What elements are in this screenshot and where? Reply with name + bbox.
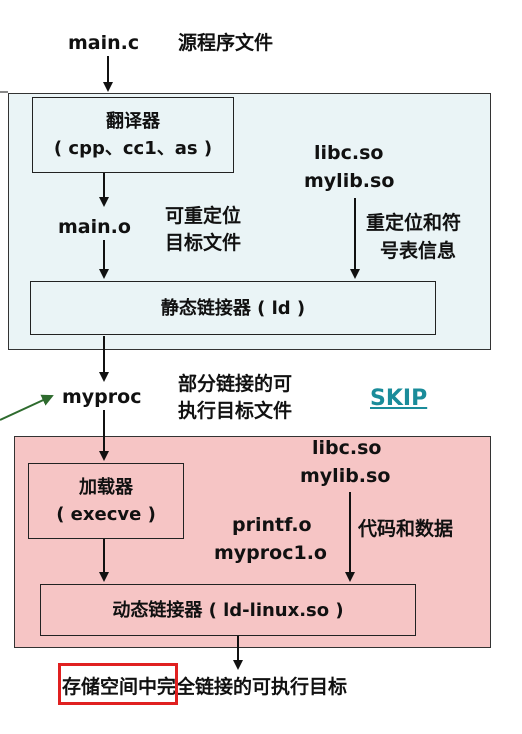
pointer-arrow bbox=[0, 394, 54, 421]
flow-arrows bbox=[0, 56, 360, 670]
